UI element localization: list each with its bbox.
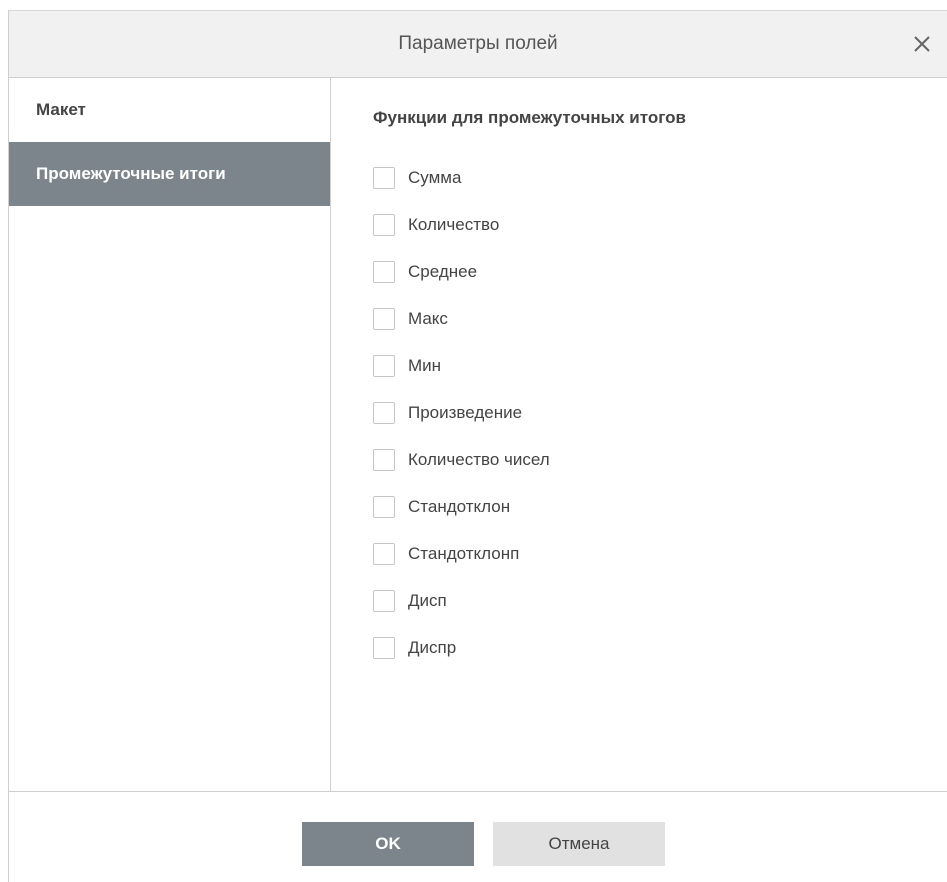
option-label: Количество [408,214,500,234]
dialog-footer: OK Отмена [9,791,947,882]
option-label: Среднее [408,261,478,281]
option-label: Мин [408,355,442,375]
option-label: Стандотклонп [408,543,520,563]
sum-checkbox[interactable] [373,166,395,189]
option-var[interactable]: Дисп [373,577,550,624]
close-icon [914,36,930,52]
field-settings-dialog: Параметры полей Макет Промежуточные итог… [8,10,947,882]
option-count[interactable]: Количество [373,201,550,248]
function-options-list: Сумма Количество Среднее Макс Мин Произв… [373,154,550,671]
dialog-header: Параметры полей [9,10,947,78]
option-label: Произведение [408,402,523,422]
var-checkbox[interactable] [373,589,395,612]
option-label: Дисп [408,590,447,610]
stdev-checkbox[interactable] [373,495,395,518]
option-label: Макс [408,308,448,328]
count-numbers-checkbox[interactable] [373,448,395,471]
option-average[interactable]: Среднее [373,248,550,295]
option-label: Сумма [408,167,462,187]
option-label: Диспр [408,637,457,657]
stdevp-checkbox[interactable] [373,542,395,565]
product-checkbox[interactable] [373,401,395,424]
sidebar: Макет Промежуточные итоги [9,78,331,791]
subtotals-panel: Функции для промежуточных итогов Сумма К… [331,78,947,791]
close-button[interactable] [907,29,937,59]
average-checkbox[interactable] [373,260,395,283]
option-stdev[interactable]: Стандотклон [373,483,550,530]
dialog-title: Параметры полей [398,33,558,54]
cancel-button[interactable]: Отмена [493,822,665,866]
option-min[interactable]: Мин [373,342,550,389]
option-stdevp[interactable]: Стандотклонп [373,530,550,577]
section-title: Функции для промежуточных итогов [373,108,686,127]
ok-button[interactable]: OK [302,822,474,866]
count-checkbox[interactable] [373,213,395,236]
option-max[interactable]: Макс [373,295,550,342]
option-sum[interactable]: Сумма [373,154,550,201]
varp-checkbox[interactable] [373,636,395,659]
option-label: Стандотклон [408,496,511,516]
sidebar-item-label: Макет [36,100,86,119]
min-checkbox[interactable] [373,354,395,377]
option-product[interactable]: Произведение [373,389,550,436]
sidebar-item-subtotals[interactable]: Промежуточные итоги [9,142,330,206]
sidebar-item-label: Промежуточные итоги [36,164,226,183]
sidebar-item-layout[interactable]: Макет [9,78,330,142]
option-varp[interactable]: Диспр [373,624,550,671]
option-count-numbers[interactable]: Количество чисел [373,436,550,483]
option-label: Количество чисел [408,449,550,469]
max-checkbox[interactable] [373,307,395,330]
